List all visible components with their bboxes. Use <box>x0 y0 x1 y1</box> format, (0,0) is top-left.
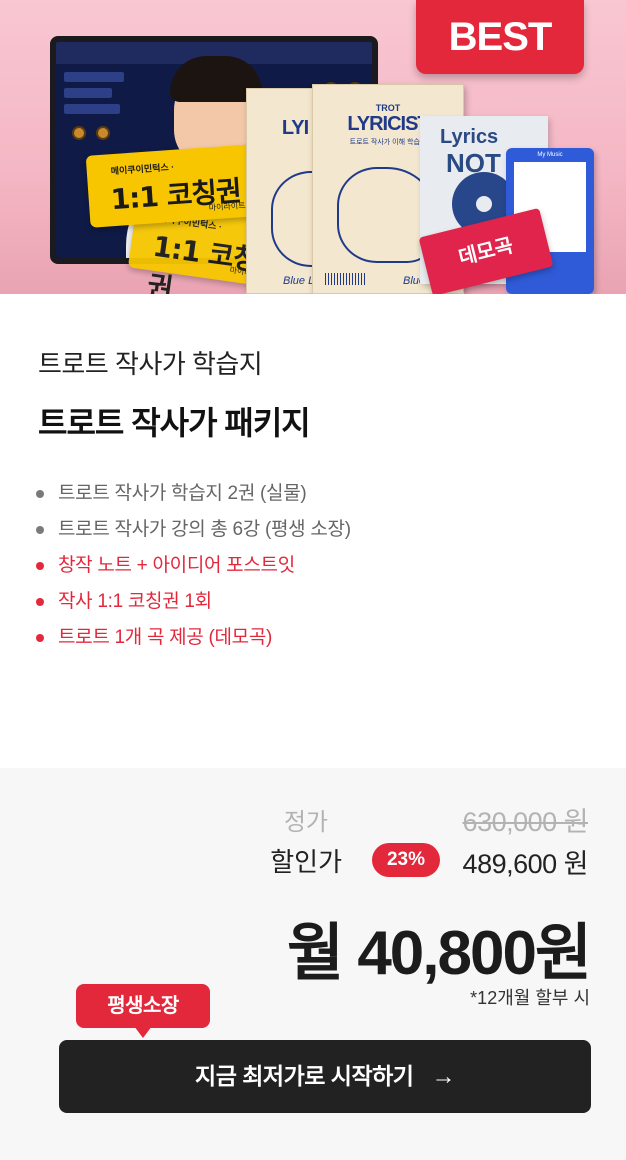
feature-item-highlight: 창작 노트 + 아이디어 포스트잇 <box>36 552 351 588</box>
sale-price: 489,600 원 <box>462 849 589 879</box>
feature-list: 트로트 작사가 학습지 2권 (실물) 트로트 작사가 강의 총 6강 (평생 … <box>36 480 351 660</box>
bullet-icon <box>36 634 44 642</box>
discount-badge: 23% <box>372 843 440 877</box>
product-title: 트로트 작사가 패키지 <box>38 405 311 441</box>
feature-item: 트로트 작사가 강의 총 6강 (평생 소장) <box>36 516 351 552</box>
feature-item: 트로트 작사가 학습지 2권 (실물) <box>36 480 351 516</box>
regular-price: 630,000 원 <box>462 807 589 837</box>
start-now-button[interactable]: 지금 최저가로 시작하기 → <box>59 1040 591 1113</box>
sale-price-label: 할인가 <box>270 847 342 877</box>
arrow-right-icon: → <box>431 1063 455 1090</box>
feature-item-highlight: 작사 1:1 코칭권 1회 <box>36 588 351 624</box>
bullet-icon <box>36 562 44 570</box>
feature-item-highlight: 트로트 1개 곡 제공 (데모곡) <box>36 624 351 660</box>
installment-note: *12개월 할부 시 <box>470 988 590 1008</box>
best-badge: BEST <box>416 0 584 74</box>
lifetime-badge: 평생소장 <box>76 984 210 1028</box>
coaching-ticket: 메이쿠이민턱스 · 1:1 코칭권 마이라이트 <box>85 144 259 228</box>
bullet-icon <box>36 490 44 498</box>
bullet-icon <box>36 526 44 534</box>
regular-price-label: 정가 <box>283 809 328 836</box>
cta-label: 지금 최저가로 시작하기 <box>195 1063 414 1089</box>
product-card: 메이쿠이민턱스 · 1:1 코칭권 마이라이트 메이쿠이민턱스 · 1:1 코칭… <box>0 0 626 1160</box>
monthly-price: 월 40,800원 <box>287 919 592 988</box>
lifetime-badge-pointer <box>134 1026 152 1038</box>
hero-image: 메이쿠이민턱스 · 1:1 코칭권 마이라이트 메이쿠이민턱스 · 1:1 코칭… <box>0 0 626 294</box>
product-subtitle: 트로트 작사가 학습지 <box>38 349 263 379</box>
bullet-icon <box>36 598 44 606</box>
